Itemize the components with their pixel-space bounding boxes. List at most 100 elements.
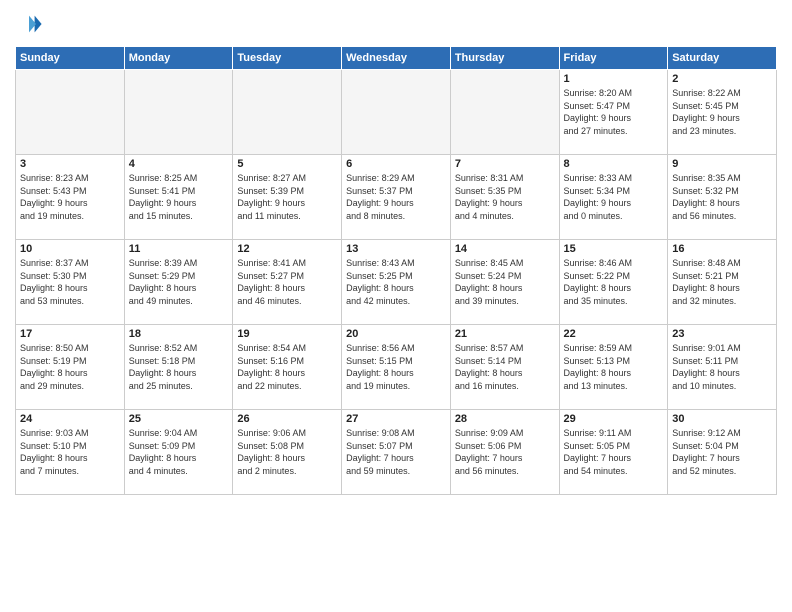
calendar-cell — [16, 70, 125, 155]
calendar-cell: 9Sunrise: 8:35 AM Sunset: 5:32 PM Daylig… — [668, 155, 777, 240]
day-number: 12 — [237, 243, 337, 255]
day-info: Sunrise: 8:20 AM Sunset: 5:47 PM Dayligh… — [564, 87, 664, 137]
day-number: 15 — [564, 243, 664, 255]
day-number: 21 — [455, 328, 555, 340]
day-info: Sunrise: 8:37 AM Sunset: 5:30 PM Dayligh… — [20, 257, 120, 307]
weekday-header-monday: Monday — [124, 47, 233, 70]
day-number: 27 — [346, 413, 446, 425]
day-number: 29 — [564, 413, 664, 425]
day-number: 16 — [672, 243, 772, 255]
weekday-header-thursday: Thursday — [450, 47, 559, 70]
day-number: 9 — [672, 158, 772, 170]
calendar-cell: 13 Sunrise: 8:43 AM Sunset: 5:25 PM Dayli… — [342, 240, 451, 325]
calendar-cell: 21 Sunrise: 8:57 AM Sunset: 5:14 PM Dayli… — [450, 325, 559, 410]
calendar-cell: 28 Sunrise: 9:09 AM Sunset: 5:06 PM Dayli… — [450, 410, 559, 495]
day-info: Sunrise: 8:45 AM Sunset: 5:24 PM Dayligh… — [455, 257, 555, 307]
calendar-cell: 10 Sunrise: 8:37 AM Sunset: 5:30 PM Dayli… — [16, 240, 125, 325]
calendar-cell — [450, 70, 559, 155]
day-info: Sunrise: 9:03 AM Sunset: 5:10 PM Dayligh… — [20, 427, 120, 477]
calendar-table: SundayMondayTuesdayWednesdayThursdayFrid… — [15, 46, 777, 495]
calendar-cell — [342, 70, 451, 155]
logo — [15, 10, 47, 38]
weekday-header-tuesday: Tuesday — [233, 47, 342, 70]
week-row-3: 10 Sunrise: 8:37 AM Sunset: 5:30 PM Dayli… — [16, 240, 777, 325]
day-number: 22 — [564, 328, 664, 340]
day-number: 28 — [455, 413, 555, 425]
day-info: Sunrise: 8:57 AM Sunset: 5:14 PM Dayligh… — [455, 342, 555, 392]
day-info: Sunrise: 9:04 AM Sunset: 5:09 PM Dayligh… — [129, 427, 229, 477]
calendar-cell: 25 Sunrise: 9:04 AM Sunset: 5:09 PM Dayli… — [124, 410, 233, 495]
calendar-cell: 7Sunrise: 8:31 AM Sunset: 5:35 PM Daylig… — [450, 155, 559, 240]
calendar-cell: 20Sunrise: 8:56 AM Sunset: 5:15 PM Dayli… — [342, 325, 451, 410]
calendar-cell — [233, 70, 342, 155]
calendar-cell: 12 Sunrise: 8:41 AM Sunset: 5:27 PM Dayli… — [233, 240, 342, 325]
calendar-cell: 6 Sunrise: 8:29 AM Sunset: 5:37 PM Daylig… — [342, 155, 451, 240]
day-number: 19 — [237, 328, 337, 340]
calendar-cell: 22 Sunrise: 8:59 AM Sunset: 5:13 PM Dayli… — [559, 325, 668, 410]
day-info: Sunrise: 9:06 AM Sunset: 5:08 PM Dayligh… — [237, 427, 337, 477]
day-number: 3 — [20, 158, 120, 170]
day-info: Sunrise: 8:33 AM Sunset: 5:34 PM Dayligh… — [564, 172, 664, 222]
day-number: 5 — [237, 158, 337, 170]
calendar-cell: 16 Sunrise: 8:48 AM Sunset: 5:21 PM Dayli… — [668, 240, 777, 325]
day-number: 2 — [672, 73, 772, 85]
day-info: Sunrise: 8:52 AM Sunset: 5:18 PM Dayligh… — [129, 342, 229, 392]
calendar-cell: 24 Sunrise: 9:03 AM Sunset: 5:10 PM Dayli… — [16, 410, 125, 495]
calendar-cell: 19 Sunrise: 8:54 AM Sunset: 5:16 PM Dayli… — [233, 325, 342, 410]
calendar-cell: 11 Sunrise: 8:39 AM Sunset: 5:29 PM Dayli… — [124, 240, 233, 325]
day-number: 14 — [455, 243, 555, 255]
week-row-5: 24 Sunrise: 9:03 AM Sunset: 5:10 PM Dayli… — [16, 410, 777, 495]
calendar-cell: 27 Sunrise: 9:08 AM Sunset: 5:07 PM Dayli… — [342, 410, 451, 495]
day-info: Sunrise: 9:12 AM Sunset: 5:04 PM Dayligh… — [672, 427, 772, 477]
day-number: 11 — [129, 243, 229, 255]
day-number: 17 — [20, 328, 120, 340]
day-number: 10 — [20, 243, 120, 255]
day-number: 25 — [129, 413, 229, 425]
week-row-2: 3 Sunrise: 8:23 AM Sunset: 5:43 PM Daylig… — [16, 155, 777, 240]
weekday-header-sunday: Sunday — [16, 47, 125, 70]
day-info: Sunrise: 8:56 AM Sunset: 5:15 PM Dayligh… — [346, 342, 446, 392]
day-info: Sunrise: 9:08 AM Sunset: 5:07 PM Dayligh… — [346, 427, 446, 477]
day-number: 6 — [346, 158, 446, 170]
weekday-header-saturday: Saturday — [668, 47, 777, 70]
calendar-cell: 30 Sunrise: 9:12 AM Sunset: 5:04 PM Dayli… — [668, 410, 777, 495]
day-number: 26 — [237, 413, 337, 425]
day-info: Sunrise: 8:48 AM Sunset: 5:21 PM Dayligh… — [672, 257, 772, 307]
day-info: Sunrise: 8:59 AM Sunset: 5:13 PM Dayligh… — [564, 342, 664, 392]
calendar-cell: 3 Sunrise: 8:23 AM Sunset: 5:43 PM Daylig… — [16, 155, 125, 240]
day-number: 8 — [564, 158, 664, 170]
day-number: 1 — [564, 73, 664, 85]
calendar-cell: 8 Sunrise: 8:33 AM Sunset: 5:34 PM Daylig… — [559, 155, 668, 240]
logo-icon — [15, 10, 43, 38]
day-info: Sunrise: 8:31 AM Sunset: 5:35 PM Dayligh… — [455, 172, 555, 222]
day-info: Sunrise: 8:29 AM Sunset: 5:37 PM Dayligh… — [346, 172, 446, 222]
day-info: Sunrise: 8:54 AM Sunset: 5:16 PM Dayligh… — [237, 342, 337, 392]
calendar-cell: 29Sunrise: 9:11 AM Sunset: 5:05 PM Dayli… — [559, 410, 668, 495]
calendar-cell: 15Sunrise: 8:46 AM Sunset: 5:22 PM Dayli… — [559, 240, 668, 325]
day-info: Sunrise: 8:41 AM Sunset: 5:27 PM Dayligh… — [237, 257, 337, 307]
day-info: Sunrise: 8:39 AM Sunset: 5:29 PM Dayligh… — [129, 257, 229, 307]
day-info: Sunrise: 8:23 AM Sunset: 5:43 PM Dayligh… — [20, 172, 120, 222]
day-info: Sunrise: 8:22 AM Sunset: 5:45 PM Dayligh… — [672, 87, 772, 137]
day-number: 24 — [20, 413, 120, 425]
day-info: Sunrise: 8:50 AM Sunset: 5:19 PM Dayligh… — [20, 342, 120, 392]
day-number: 30 — [672, 413, 772, 425]
calendar-cell: 2 Sunrise: 8:22 AM Sunset: 5:45 PM Daylig… — [668, 70, 777, 155]
calendar-cell: 4 Sunrise: 8:25 AM Sunset: 5:41 PM Daylig… — [124, 155, 233, 240]
day-number: 13 — [346, 243, 446, 255]
calendar-cell: 17 Sunrise: 8:50 AM Sunset: 5:19 PM Dayli… — [16, 325, 125, 410]
day-info: Sunrise: 8:43 AM Sunset: 5:25 PM Dayligh… — [346, 257, 446, 307]
calendar-cell: 23Sunrise: 9:01 AM Sunset: 5:11 PM Dayli… — [668, 325, 777, 410]
calendar-cell: 1 Sunrise: 8:20 AM Sunset: 5:47 PM Daylig… — [559, 70, 668, 155]
calendar-cell: 14 Sunrise: 8:45 AM Sunset: 5:24 PM Dayli… — [450, 240, 559, 325]
day-info: Sunrise: 8:25 AM Sunset: 5:41 PM Dayligh… — [129, 172, 229, 222]
weekday-header-wednesday: Wednesday — [342, 47, 451, 70]
weekday-header-friday: Friday — [559, 47, 668, 70]
day-info: Sunrise: 8:27 AM Sunset: 5:39 PM Dayligh… — [237, 172, 337, 222]
day-number: 18 — [129, 328, 229, 340]
header — [15, 10, 777, 38]
day-info: Sunrise: 9:09 AM Sunset: 5:06 PM Dayligh… — [455, 427, 555, 477]
day-number: 4 — [129, 158, 229, 170]
calendar-cell: 5 Sunrise: 8:27 AM Sunset: 5:39 PM Daylig… — [233, 155, 342, 240]
calendar-cell: 26 Sunrise: 9:06 AM Sunset: 5:08 PM Dayli… — [233, 410, 342, 495]
